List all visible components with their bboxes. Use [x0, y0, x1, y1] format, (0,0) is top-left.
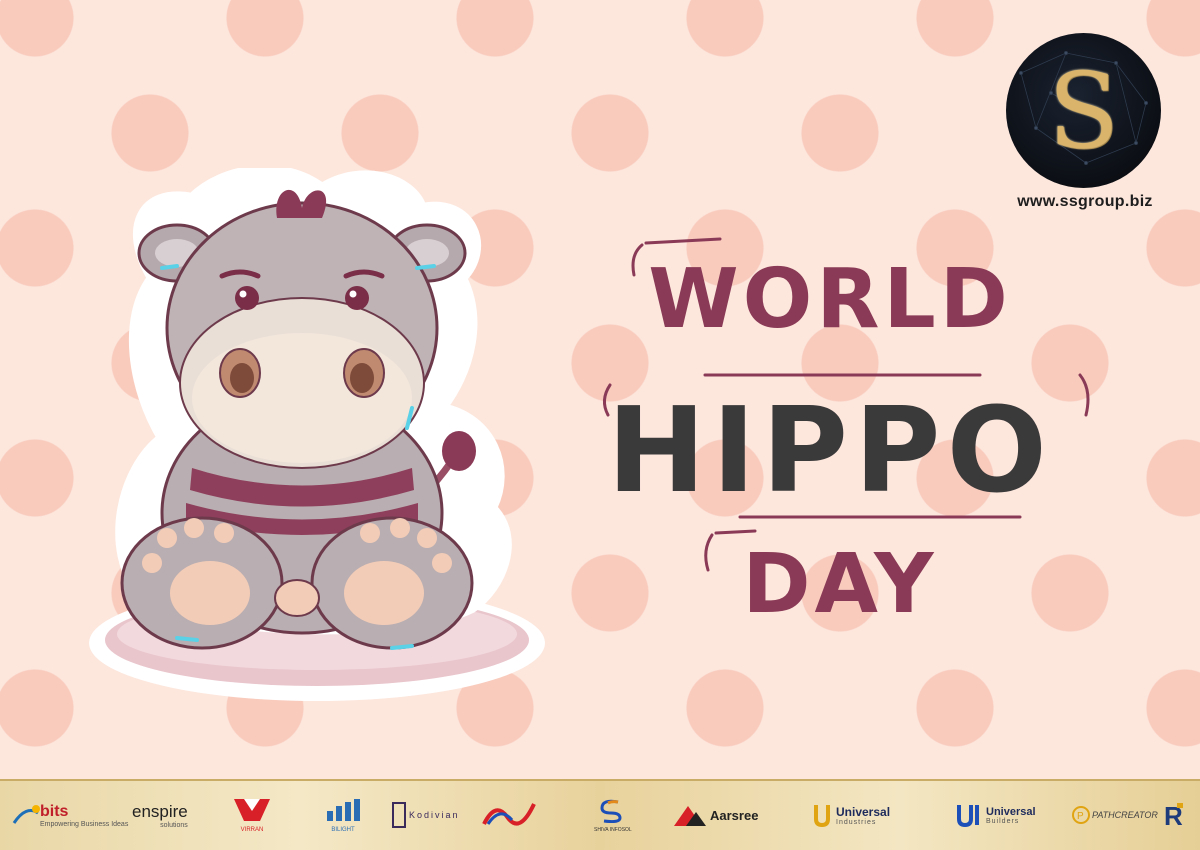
hippo-illustration — [89, 168, 545, 701]
sponsor-kodivian[interactable]: Kodivian — [392, 789, 460, 841]
sponsor-virran-name: VIRRAN — [240, 827, 264, 833]
s-swirl-icon — [600, 799, 622, 824]
sponsor-bilight[interactable]: BILIGHT — [323, 789, 363, 841]
k-bracket-icon — [392, 802, 406, 828]
title-world: WORLD — [648, 252, 1012, 347]
mountain-logo-icon — [674, 806, 706, 826]
sponsor-bits-tagline: Empowering Business Ideas — [40, 820, 129, 828]
p-circle-icon: P — [1072, 806, 1090, 824]
sponsor-shiva-name: SHIVA INFOSOL — [594, 827, 632, 833]
svg-text:P: P — [1077, 811, 1084, 822]
swoosh-icon — [12, 805, 40, 824]
sponsor-enspire-tagline: solutions — [160, 821, 188, 829]
sponsor-bits[interactable]: bits Empowering Business Ideas — [12, 789, 128, 841]
sponsor-bilight-name: BILIGHT — [331, 827, 355, 833]
sponsor-enspire-name: enspire — [132, 801, 188, 821]
sponsor-ui-name: Universal — [836, 804, 891, 819]
sponsor-ub-tagline: Builders — [986, 817, 1020, 825]
sponsor-nj[interactable] — [478, 789, 540, 841]
nj-logo-icon — [482, 803, 536, 826]
sponsor-bar: bits Empowering Business Ideas enspire s… — [0, 779, 1200, 850]
sponsor-universal-builders[interactable]: Universal Builders — [956, 789, 1036, 841]
ssgroup-logo[interactable]: S — [1006, 33, 1161, 188]
sponsor-enspire[interactable]: enspire solutions — [132, 789, 188, 841]
website-url[interactable]: www.ssgroup.biz — [995, 193, 1175, 211]
sponsor-ui-tagline: Industries — [836, 818, 877, 826]
u-logo-icon — [814, 805, 830, 828]
sponsor-ub-name: Universal — [986, 805, 1036, 818]
sponsor-shiva-infosol[interactable]: SHIVA INFOSOL — [594, 789, 632, 841]
r-logo-icon: R — [1164, 801, 1183, 830]
tail-tuft — [442, 431, 476, 471]
sponsor-virran[interactable]: VIRRAN — [232, 789, 272, 841]
virran-logo-icon — [234, 799, 270, 821]
sponsor-aarsree[interactable]: Aarsree — [672, 789, 758, 841]
sponsor-r[interactable]: R — [1162, 789, 1188, 841]
sponsor-aarsree-name: Aarsree — [710, 807, 759, 823]
title-day: DAY — [742, 537, 938, 632]
title-hippo: HIPPO — [607, 381, 1053, 519]
ub-logo-icon — [957, 805, 979, 828]
sponsor-pathcreator-name: PATHCREATOR — [1092, 810, 1158, 820]
sponsor-kodivian-name: Kodivian — [409, 810, 460, 820]
sponsor-universal-industries[interactable]: Universal Industries — [812, 789, 890, 841]
bar-chart-icon — [327, 799, 360, 821]
sponsor-bits-name: bits — [40, 802, 69, 820]
sponsor-pathcreator[interactable]: P PATHCREATOR — [1072, 789, 1158, 841]
logo-letter: S — [1047, 50, 1120, 172]
